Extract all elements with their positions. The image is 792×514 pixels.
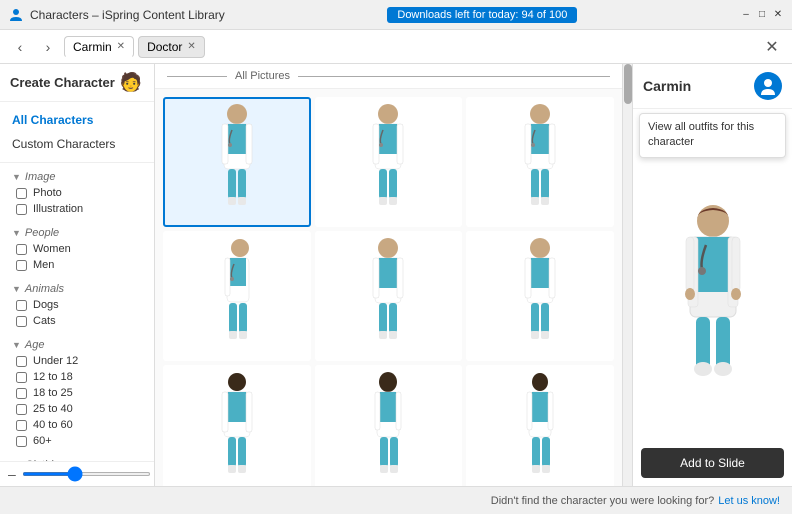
filter-group-animals: ▼ Animals Dogs Cats [8,279,146,329]
view-outfits-tooltip[interactable]: View all outfits for this character [639,113,786,158]
caret-icon: ▼ [12,172,21,182]
zoom-slider[interactable] [22,472,151,476]
back-button[interactable]: ‹ [8,35,32,59]
character-figure-7 [202,370,272,486]
filter-group-age-title[interactable]: ▼ Age [8,335,146,353]
downloads-badge: Downloads left for today: 94 of 100 [387,7,577,23]
filter-section: ▼ Image Photo Illustration ▼ People Wome… [0,163,154,461]
filter-60plus[interactable]: 60+ [8,433,146,449]
title-bar-controls: – □ ✕ [740,9,784,21]
image-cell-1[interactable] [163,97,311,227]
content-header: All Pictures [155,64,622,89]
image-cell-9[interactable] [466,365,614,486]
nav-arrows: ‹ › [8,35,60,59]
content-with-scroll: All Pictures [155,64,632,486]
filter-group-age: ▼ Age Under 12 12 to 18 18 to 25 25 to 4… [8,335,146,449]
character-large-figure [658,201,768,401]
caret-icon: ▼ [12,340,21,350]
filter-group-people: ▼ People Women Men [8,223,146,273]
filter-photo[interactable]: Photo [8,185,146,201]
right-panel-header: Carmin [633,64,792,109]
main-layout: Create Character 🧑 All Characters Custom… [0,64,792,486]
character-figure-5 [353,236,423,356]
filter-under12[interactable]: Under 12 [8,353,146,369]
image-cell-2[interactable] [315,97,463,227]
create-char-label: Create Character [10,75,115,90]
tab-doctor[interactable]: Doctor ✕ [138,36,205,58]
sidebar-item-custom-characters[interactable]: Custom Characters [0,132,154,156]
filter-12to18[interactable]: 12 to 18 [8,369,146,385]
right-panel: Carmin View all outfits for this charact… [632,64,792,486]
filter-group-image-title[interactable]: ▼ Image [8,167,146,185]
status-bar: Didn't find the character you were looki… [0,486,792,514]
nav-bar: ‹ › Carmin ✕ Doctor ✕ ✕ [0,30,792,64]
caret-icon: ▼ [12,284,21,294]
filter-group-people-title[interactable]: ▼ People [8,223,146,241]
sidebar-zoom: – ▲ [0,461,154,486]
caret-icon: ▼ [12,228,21,238]
close-window-button[interactable]: ✕ [772,9,784,21]
filter-18to25[interactable]: 18 to 25 [8,385,146,401]
sidebar-header: Create Character 🧑 [0,64,154,102]
content-scrollbar[interactable] [622,64,632,486]
filter-group-animals-title[interactable]: ▼ Animals [8,279,146,297]
avatar [754,72,782,100]
image-cell-8[interactable] [315,365,463,486]
let-us-know-link[interactable]: Let us know! [718,495,780,507]
forward-button[interactable]: › [36,35,60,59]
character-figure-8 [353,370,423,486]
filter-dogs[interactable]: Dogs [8,297,146,313]
image-cell-6[interactable] [466,231,614,361]
character-figure-9 [505,370,575,486]
tab-doctor-close[interactable]: ✕ [187,42,195,52]
filter-women[interactable]: Women [8,241,146,257]
title-bar: Characters – iSpring Content Library Dow… [0,0,792,30]
right-panel-character-image [633,162,792,440]
character-figure-3 [505,102,575,222]
filter-group-image: ▼ Image Photo Illustration [8,167,146,217]
character-figure-2 [353,102,423,222]
image-cell-7[interactable] [163,365,311,486]
avatar-icon [759,77,777,95]
zoom-out-button[interactable]: – [8,466,16,482]
image-cell-5[interactable] [315,231,463,361]
filter-25to40[interactable]: 25 to 40 [8,401,146,417]
filter-40to60[interactable]: 40 to 60 [8,417,146,433]
character-figure-6 [505,236,575,356]
character-icon: 🧑 [120,72,142,93]
content-area: All Pictures [155,64,622,486]
create-character-button[interactable]: Create Character 🧑 [10,72,142,93]
title-bar-left: Characters – iSpring Content Library [8,7,225,23]
sidebar-item-all-characters[interactable]: All Characters [0,108,154,132]
nav-close-button[interactable]: ✕ [760,35,784,59]
filter-men[interactable]: Men [8,257,146,273]
image-cell-3[interactable] [466,97,614,227]
scrollbar-thumb[interactable] [624,64,632,104]
tab-carmin-close[interactable]: ✕ [117,42,125,52]
app-icon [8,7,24,23]
sidebar: Create Character 🧑 All Characters Custom… [0,64,155,486]
image-cell-4[interactable] [163,231,311,361]
status-text: Didn't find the character you were looki… [491,495,714,507]
add-to-slide-button[interactable]: Add to Slide [641,448,784,478]
title-bar-title: Characters – iSpring Content Library [30,8,225,22]
scrollbar-track[interactable] [624,64,632,486]
maximize-button[interactable]: □ [756,9,768,21]
image-grid [155,89,622,486]
filter-cats[interactable]: Cats [8,313,146,329]
character-figure-4 [202,236,272,356]
minimize-button[interactable]: – [740,9,752,21]
character-figure-1 [202,102,272,222]
sidebar-navigation: All Characters Custom Characters [0,102,154,163]
filter-illustration[interactable]: Illustration [8,201,146,217]
tab-carmin[interactable]: Carmin ✕ [64,36,134,58]
character-name: Carmin [643,78,691,94]
